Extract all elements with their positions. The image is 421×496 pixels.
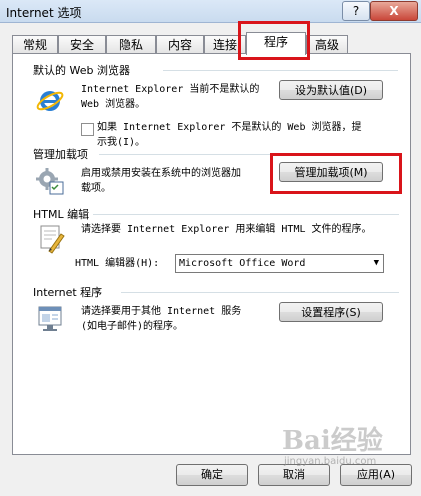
programs-panel: 默认的 Web 浏览器 Internet Explorer 当前不是默认的 We…: [12, 53, 411, 455]
internet-options-dialog: Internet 选项 ? X 常规 安全 隐私 内容 连接 程序 高级 默认的…: [0, 0, 421, 496]
watermark-logo: Bai经验: [282, 426, 383, 456]
set-programs-button[interactable]: 设置程序(S): [279, 302, 383, 322]
tab-general[interactable]: 常规: [12, 35, 58, 54]
html-editor-icon: [40, 225, 65, 254]
section-title-html-editor: HTML 编辑: [33, 208, 90, 221]
prompt-default-label: 如果 Internet Explorer 不是默认的 Web 浏览器，提 示我(…: [97, 122, 362, 148]
close-button[interactable]: X: [370, 1, 418, 21]
tab-privacy[interactable]: 隐私: [106, 35, 156, 54]
section-title-addons: 管理加载项: [33, 148, 88, 161]
tab-security[interactable]: 安全: [58, 35, 106, 54]
title-bar: Internet 选项 ? X: [0, 0, 421, 23]
divider: [163, 70, 398, 71]
ok-button[interactable]: 确定: [176, 464, 248, 486]
html-editor-select[interactable]: Microsoft Office Word ▼: [175, 254, 384, 273]
html-editor-desc: 请选择要 Internet Explorer 用来编辑 HTML 文件的程序。: [81, 224, 372, 235]
tab-advanced[interactable]: 高级: [306, 35, 348, 54]
divider: [121, 292, 399, 293]
internet-explorer-icon: [36, 91, 64, 111]
html-editor-label: HTML 编辑器(H):: [75, 258, 160, 269]
divider: [93, 214, 399, 215]
addons-gear-icon: [36, 168, 64, 195]
internet-programs-desc: 请选择要用于其他 Internet 服务 (如电子邮件)的程序。: [81, 306, 242, 332]
window-title: Internet 选项: [6, 6, 82, 20]
set-default-button[interactable]: 设为默认值(D): [279, 80, 383, 100]
highlight-programs-tab: [238, 21, 310, 60]
tab-content[interactable]: 内容: [156, 35, 204, 54]
help-button[interactable]: ?: [342, 1, 370, 21]
watermark-url: jingyan.baidu.com: [284, 456, 377, 467]
default-browser-desc: Internet Explorer 当前不是默认的 Web 浏览器。: [81, 84, 260, 110]
section-title-default-browser: 默认的 Web 浏览器: [33, 64, 130, 77]
highlight-manage-addons: [270, 153, 402, 194]
prompt-default-checkbox[interactable]: [81, 123, 94, 136]
watermark: Bai经验 jingyan.baidu.com: [282, 420, 402, 480]
addons-desc: 启用或禁用安装在系统中的浏览器加 载项。: [81, 168, 241, 194]
internet-programs-icon: [38, 306, 62, 331]
dropdown-arrow-icon: ▼: [373, 258, 379, 268]
section-title-internet-programs: Internet 程序: [33, 286, 103, 299]
